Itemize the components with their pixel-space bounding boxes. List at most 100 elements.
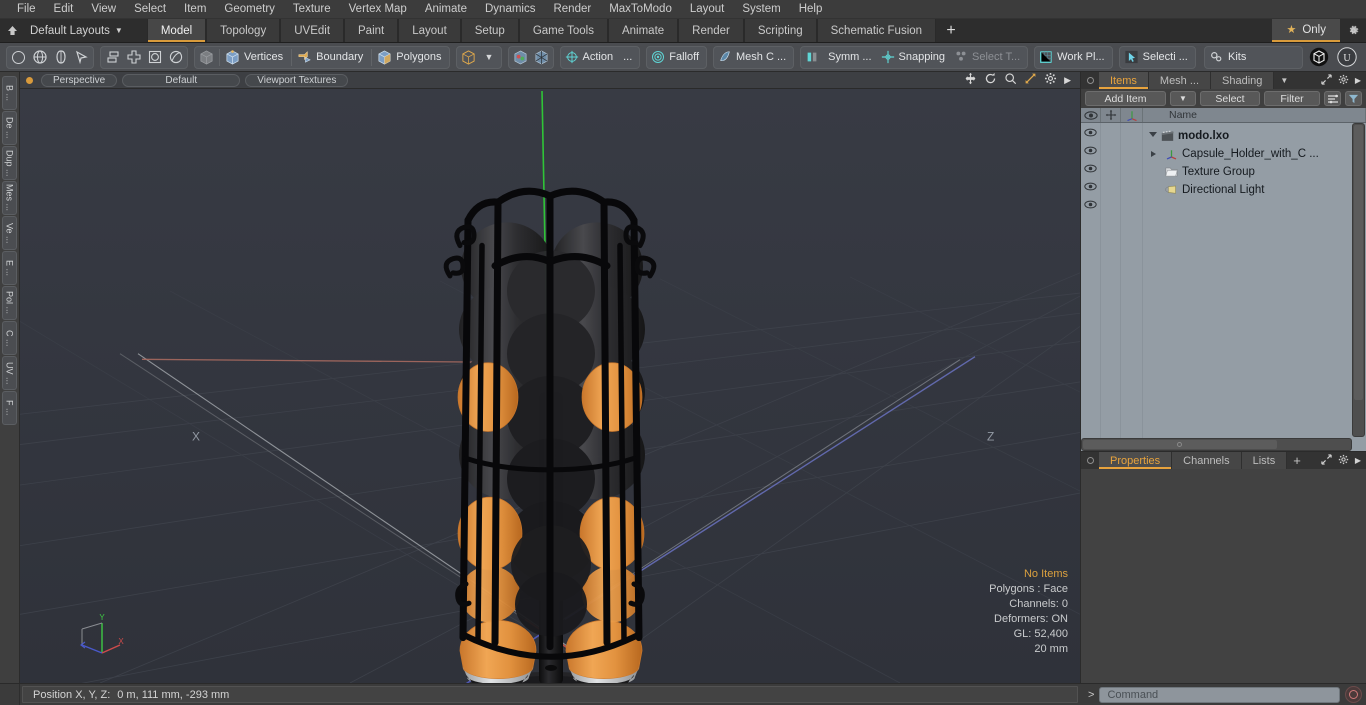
expand-icon[interactable] (1151, 151, 1156, 157)
tab-channels[interactable]: Channels (1172, 452, 1242, 469)
zoom-icon[interactable] (1004, 72, 1017, 88)
item-row-texture-group[interactable]: Texture Group (1143, 163, 1366, 181)
tab-model[interactable]: Model (146, 19, 207, 42)
items-horizontal-scrollbar[interactable] (1081, 438, 1352, 451)
move-icon[interactable] (964, 72, 977, 88)
square-icon[interactable] (144, 47, 165, 68)
work-plane-button[interactable]: Work Pl... (1036, 47, 1110, 68)
item-row-directional-light[interactable]: Directional Light (1143, 181, 1366, 199)
menu-item-layout[interactable]: Layout (681, 1, 734, 17)
menu-item-item[interactable]: Item (175, 1, 215, 17)
filter-button[interactable]: Filter (1264, 91, 1320, 106)
left-tab-mesh-edit[interactable]: Mes ... (2, 181, 17, 215)
fit-icon[interactable] (1024, 72, 1037, 88)
column-move-icon[interactable] (1101, 108, 1121, 122)
left-tab-deform[interactable]: De ... (2, 111, 17, 145)
menu-item-edit[interactable]: Edit (45, 1, 83, 17)
menu-item-render[interactable]: Render (544, 1, 600, 17)
column-axis-icon[interactable] (1121, 108, 1143, 122)
selection-set-button[interactable]: Selecti ... (1121, 47, 1194, 68)
symmetry-button[interactable]: Symm ... (802, 47, 877, 68)
kits-button[interactable]: Kits (1206, 47, 1301, 68)
tab-scripting[interactable]: Scripting (743, 19, 817, 42)
gear-icon[interactable] (1044, 72, 1057, 88)
left-tab-edge[interactable]: E ... (2, 251, 17, 285)
tab-uvedit[interactable]: UVEdit (280, 19, 345, 42)
row-visibility-toggle-0[interactable] (1081, 123, 1100, 141)
viewport-shading-preset-dropdown[interactable]: Default (122, 73, 241, 87)
vertices-mode-button[interactable]: Vertices (222, 47, 289, 68)
arrow-right-icon[interactable]: ▶ (1064, 75, 1071, 86)
expand-collapse-icon[interactable] (1149, 132, 1157, 140)
gear-icon[interactable] (1340, 19, 1366, 42)
shade-icon-1[interactable] (510, 47, 531, 68)
panel-dot-icon[interactable] (1087, 457, 1094, 464)
menu-item-vertex-map[interactable]: Vertex Map (340, 1, 416, 17)
add-tab-button[interactable]: + (936, 19, 967, 42)
action-center-button[interactable]: Action ... (562, 47, 639, 68)
items-list-body[interactable]: modo.lxo Capsule_Holder_with_C ... Textu… (1081, 123, 1366, 451)
funnel-icon[interactable] (1345, 91, 1362, 106)
add-properties-tab-button[interactable]: + (1287, 452, 1307, 469)
row-visibility-toggle-1[interactable] (1081, 141, 1100, 159)
tab-render[interactable]: Render (678, 19, 744, 42)
left-tab-polygon[interactable]: Pol ... (2, 286, 17, 320)
globe-icon[interactable] (29, 47, 50, 68)
row-visibility-toggle-2[interactable] (1081, 159, 1100, 177)
home-icon[interactable] (0, 19, 24, 42)
mesh-constraint-button[interactable]: Mesh C ... (715, 47, 792, 68)
column-visibility-eye-icon[interactable] (1081, 108, 1101, 122)
list-options-icon[interactable] (1324, 91, 1341, 106)
tab-topology[interactable]: Topology (206, 19, 281, 42)
arrow-right-icon[interactable]: ▶ (1355, 456, 1361, 465)
only-toggle[interactable]: ★ Only (1272, 19, 1340, 42)
item-row-mesh[interactable]: Capsule_Holder_with_C ... (1143, 145, 1366, 163)
items-vertical-scroll-thumb[interactable] (1354, 125, 1363, 400)
panel-dot-icon[interactable] (1087, 77, 1094, 84)
default-layouts-dropdown[interactable]: Default Layouts ▼ (24, 19, 133, 42)
menu-item-system[interactable]: System (733, 1, 789, 17)
unreal-logo-icon[interactable]: U (1334, 47, 1360, 68)
cross-icon[interactable] (123, 47, 144, 68)
arrow-right-icon[interactable]: ▶ (1355, 76, 1361, 85)
menu-item-maxtomodo[interactable]: MaxToModo (600, 1, 681, 17)
tab-animate[interactable]: Animate (607, 19, 679, 42)
rotate-icon[interactable] (984, 72, 997, 88)
pen-icon[interactable] (71, 47, 92, 68)
menu-item-help[interactable]: Help (790, 1, 832, 17)
left-tab-vertex[interactable]: Ve ... (2, 216, 17, 250)
stack-icon[interactable] (102, 47, 123, 68)
tab-lists[interactable]: Lists (1241, 452, 1288, 469)
row-visibility-toggle-4[interactable] (1081, 195, 1100, 213)
chevron-down-icon[interactable]: ▼ (1274, 72, 1294, 89)
viewport-view-mode-dropdown[interactable]: Perspective (41, 73, 118, 87)
tab-layout[interactable]: Layout (398, 19, 461, 42)
select-through-button[interactable]: Select T... (951, 47, 1026, 68)
tab-items[interactable]: Items (1099, 72, 1149, 89)
add-item-dropdown[interactable]: ▼ (1170, 91, 1196, 106)
left-tab-uv[interactable]: UV ... (2, 356, 17, 390)
cube-grey-icon[interactable] (196, 47, 217, 68)
properties-panel-body[interactable] (1081, 469, 1366, 683)
viewport-dot-icon[interactable] (26, 76, 33, 84)
row-visibility-toggle-3[interactable] (1081, 177, 1100, 195)
item-row-scene[interactable]: modo.lxo (1143, 127, 1366, 145)
menu-item-view[interactable]: View (82, 1, 125, 17)
polygons-mode-button[interactable]: Polygons (374, 47, 447, 68)
tab-properties[interactable]: Properties (1099, 452, 1173, 469)
shade-icon-2[interactable] (531, 47, 552, 68)
snapping-button[interactable]: Snapping (878, 47, 952, 68)
gear-icon[interactable] (1338, 74, 1349, 88)
menu-item-dynamics[interactable]: Dynamics (476, 1, 544, 17)
items-vertical-scrollbar[interactable] (1352, 123, 1365, 437)
tab-paint[interactable]: Paint (344, 19, 399, 42)
record-icon[interactable] (1345, 686, 1362, 703)
menu-item-animate[interactable]: Animate (416, 1, 476, 17)
select-button[interactable]: Select (1200, 91, 1260, 106)
left-tab-basic[interactable]: B ... (2, 76, 17, 110)
modo-logo-icon[interactable] (1306, 47, 1332, 68)
command-input[interactable]: Command (1099, 686, 1340, 703)
viewport-texture-mode-dropdown[interactable]: Viewport Textures (245, 73, 349, 87)
falloff-button[interactable]: Falloff (648, 47, 705, 68)
tab-setup[interactable]: Setup (460, 19, 519, 42)
